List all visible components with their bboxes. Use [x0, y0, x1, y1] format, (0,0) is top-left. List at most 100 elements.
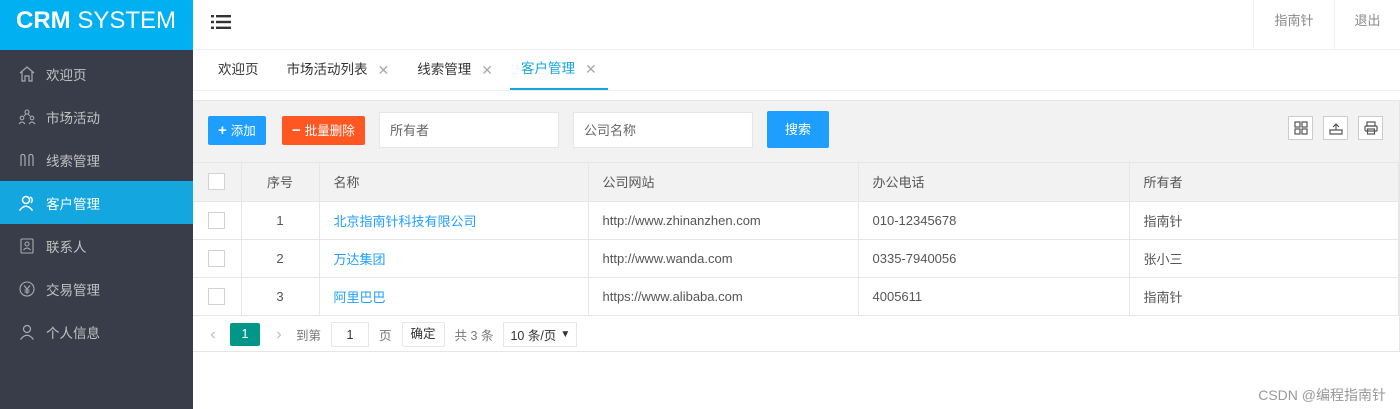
cell-phone: 010-12345678: [858, 201, 1130, 240]
col-header-no: 序号: [241, 163, 320, 202]
batch-delete-button[interactable]: − 批量删除: [282, 116, 365, 145]
chevron-down-icon: ▼: [560, 329, 571, 340]
batch-delete-label: 批量删除: [304, 124, 355, 138]
total-count: 共 3 条: [454, 329, 494, 343]
app-logo[interactable]: CRM SYSTEM: [0, 0, 193, 50]
home-icon: [18, 65, 36, 83]
sidebar-item-label: 联系人: [46, 239, 87, 255]
row-checkbox[interactable]: [208, 211, 226, 229]
tab-label: 线索管理: [417, 62, 472, 77]
page-unit-label: 页: [379, 329, 392, 343]
sidebar-item-campaign[interactable]: 市场活动: [0, 95, 193, 138]
print-icon[interactable]: [1358, 116, 1383, 140]
table-toolbar: +添加 −批量删除 搜索: [193, 101, 1399, 163]
logout-link[interactable]: 退出: [1334, 0, 1400, 50]
cell-phone: 0335-7940056: [858, 239, 1130, 278]
pagination: ‹ 1 › 到第 页 确定 共 3 条 10 条/页▼: [193, 316, 1399, 354]
header-actions: 指南针 退出: [1253, 0, 1400, 50]
minus-icon: −: [292, 122, 301, 139]
close-icon[interactable]: ✕: [378, 51, 390, 89]
sidebar-item-label: 线索管理: [46, 153, 100, 169]
goto-confirm-button[interactable]: 确定: [401, 322, 445, 347]
sidebar-item-label: 欢迎页: [46, 67, 87, 83]
next-page-icon[interactable]: ›: [272, 326, 286, 344]
sidebar-menu: 欢迎页 市场活动 线索管理 客户管理 联系人 交易管理 个人信息: [0, 52, 193, 353]
sidebar-item-label: 个人信息: [46, 325, 100, 341]
customer-icon: [18, 194, 36, 212]
customer-name-link[interactable]: 万达集团: [334, 252, 386, 267]
page-size-select[interactable]: 10 条/页 ▼: [503, 322, 578, 347]
sidebar-item-welcome[interactable]: 欢迎页: [0, 52, 193, 95]
sidebar-item-contacts[interactable]: 联系人: [0, 224, 193, 267]
col-header-owner: 所有者: [1129, 163, 1399, 202]
watermark: CSDN @编程指南针: [1258, 387, 1386, 403]
cell-name: 北京指南针科技有限公司: [319, 201, 589, 240]
row-checkbox-cell: [193, 277, 242, 316]
select-all-checkbox[interactable]: [208, 173, 226, 191]
table-row: 1 北京指南针科技有限公司 http://www.zhinanzhen.com …: [193, 201, 1399, 240]
col-header-name: 名称: [319, 163, 589, 202]
cell-name: 万达集团: [319, 239, 589, 278]
customer-table: 序号 名称 公司网站 办公电话 所有者 1 北京指南针科技有限公司 http:/…: [193, 163, 1399, 316]
transaction-icon: [18, 280, 36, 298]
table-row: 3 阿里巴巴 https://www.alibaba.com 4005611 指…: [193, 277, 1399, 316]
current-page[interactable]: 1: [230, 323, 260, 346]
sidebar: CRM SYSTEM 欢迎页 市场活动 线索管理 客户管理 联系人 交易管理 个…: [0, 0, 193, 409]
prev-page-icon[interactable]: ‹: [206, 326, 220, 344]
sidebar-item-profile[interactable]: 个人信息: [0, 310, 193, 353]
logo-bold-text: CRM: [16, 7, 71, 34]
menu-toggle-icon[interactable]: [211, 14, 231, 30]
sidebar-item-label: 交易管理: [46, 282, 100, 298]
col-header-website: 公司网站: [588, 163, 859, 202]
campaign-icon: [18, 108, 36, 126]
tab-leads[interactable]: 线索管理 ✕: [406, 50, 504, 90]
close-icon[interactable]: ✕: [585, 50, 597, 88]
cell-website: http://www.zhinanzhen.com: [588, 201, 859, 240]
select-all-cell: [193, 163, 242, 202]
add-button-label: 添加: [230, 124, 256, 138]
tab-campaign-list[interactable]: 市场活动列表 ✕: [276, 50, 401, 90]
cell-website: https://www.alibaba.com: [588, 277, 859, 316]
goto-page-input[interactable]: [331, 322, 370, 347]
page-size-value: 10 条/页: [510, 329, 557, 343]
table-row: 2 万达集团 http://www.wanda.com 0335-7940056…: [193, 239, 1399, 278]
tab-label: 客户管理: [520, 61, 575, 76]
sidebar-item-customers[interactable]: 客户管理: [0, 181, 193, 224]
tab-label: 欢迎页: [218, 62, 259, 77]
goto-label: 到第: [296, 329, 322, 343]
columns-filter-icon[interactable]: [1288, 116, 1313, 140]
top-header: 指南针 退出: [193, 0, 1400, 50]
add-button[interactable]: + 添加: [208, 116, 266, 145]
tab-welcome[interactable]: 欢迎页: [207, 50, 270, 90]
company-search-input[interactable]: [573, 112, 753, 148]
col-header-phone: 办公电话: [858, 163, 1130, 202]
sidebar-item-label: 市场活动: [46, 110, 100, 126]
cell-no: 3: [241, 277, 320, 316]
cell-owner: 指南针: [1129, 277, 1399, 316]
tab-bar: 欢迎页 市场活动列表 ✕ 线索管理 ✕ 客户管理 ✕: [193, 50, 1400, 91]
cell-name: 阿里巴巴: [319, 277, 589, 316]
row-checkbox-cell: [193, 239, 242, 278]
row-checkbox[interactable]: [208, 249, 226, 267]
search-button[interactable]: 搜索: [767, 111, 829, 148]
customer-name-link[interactable]: 北京指南针科技有限公司: [334, 214, 477, 229]
cell-owner: 张小三: [1129, 239, 1399, 278]
row-checkbox[interactable]: [208, 287, 226, 305]
tab-customers[interactable]: 客户管理 ✕: [509, 50, 608, 90]
table-header-row: 序号 名称 公司网站 办公电话 所有者: [193, 163, 1399, 202]
cell-website: http://www.wanda.com: [588, 239, 859, 278]
close-icon[interactable]: ✕: [481, 51, 493, 89]
plus-icon: +: [218, 122, 227, 139]
sidebar-item-transactions[interactable]: 交易管理: [0, 267, 193, 310]
logo-rest-text: SYSTEM: [70, 7, 177, 34]
tab-label: 市场活动列表: [286, 62, 368, 77]
cell-owner: 指南针: [1129, 201, 1399, 240]
export-icon[interactable]: [1323, 116, 1348, 140]
customer-name-link[interactable]: 阿里巴巴: [334, 290, 386, 305]
sidebar-item-leads[interactable]: 线索管理: [0, 138, 193, 181]
cell-phone: 4005611: [858, 277, 1130, 316]
owner-search-input[interactable]: [379, 112, 559, 148]
user-icon: [18, 323, 36, 341]
sidebar-item-label: 客户管理: [46, 196, 100, 212]
guide-link[interactable]: 指南针: [1253, 0, 1334, 50]
